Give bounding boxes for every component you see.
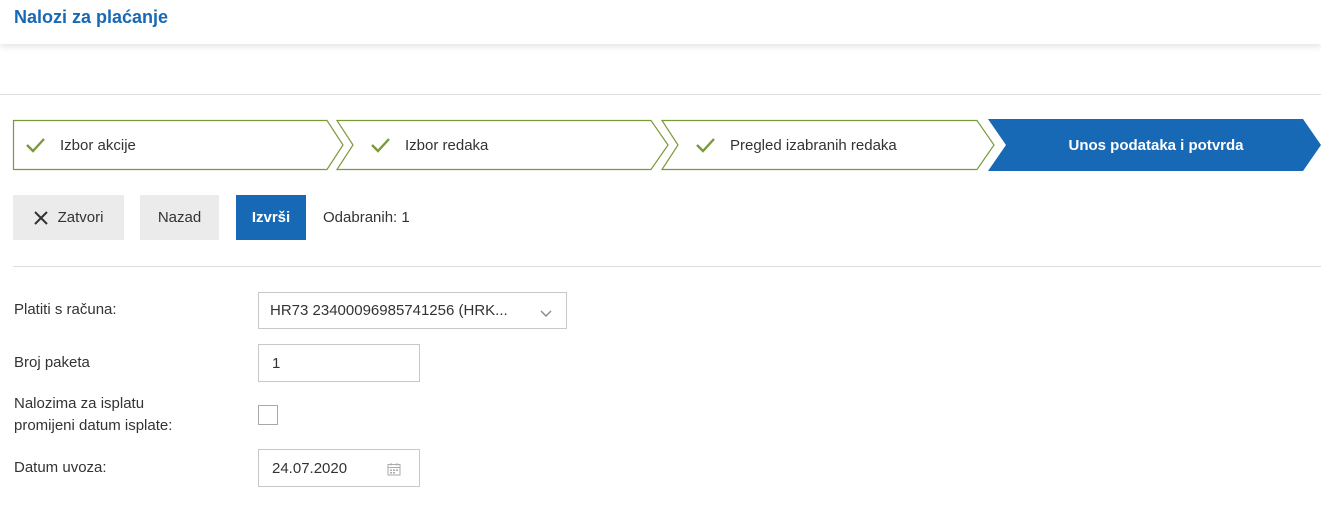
wizard-step-izbor-akcije[interactable]: Izbor akcije: [24, 119, 136, 171]
package-input[interactable]: 1: [258, 344, 420, 382]
wizard-steps: Izbor akcije Izbor redaka Pregled izabra…: [0, 119, 1321, 171]
selected-count: Odabranih: 1: [323, 209, 410, 226]
wizard-step-label: Pregled izabranih redaka: [730, 136, 897, 154]
package-input-value: 1: [272, 354, 281, 372]
change-date-checkbox[interactable]: [258, 405, 278, 425]
wizard-step-label: Unos podataka i potvrda: [1068, 136, 1244, 154]
divider: [0, 94, 1321, 95]
close-button-label: Zatvori: [57, 209, 104, 226]
import-date-value: 24.07.2020: [272, 459, 348, 477]
close-icon: [33, 210, 48, 225]
change-date-label-line1: Nalozima za isplatu: [14, 395, 145, 412]
check-icon: [369, 134, 391, 156]
page-title: Nalozi za plaćanje: [14, 7, 169, 27]
check-icon: [694, 134, 716, 156]
import-date-input[interactable]: 24.07.2020: [258, 449, 420, 487]
change-date-label-line2: promijeni datum isplate:: [14, 417, 173, 434]
calendar-icon[interactable]: [387, 462, 401, 476]
wizard-step-pregled[interactable]: Pregled izabranih redaka: [694, 119, 897, 171]
import-date-label: Datum uvoza:: [14, 459, 107, 476]
account-label: Platiti s računa:: [14, 301, 117, 318]
wizard-step-label: Izbor redaka: [405, 136, 489, 154]
check-icon: [24, 134, 46, 156]
account-select-value: HR73 23400096985741256 (HRK...: [270, 302, 508, 319]
account-select[interactable]: HR73 23400096985741256 (HRK...: [258, 292, 567, 329]
execute-button[interactable]: Izvrši: [236, 195, 306, 240]
divider: [13, 266, 1321, 267]
close-button[interactable]: Zatvori: [13, 195, 124, 240]
package-label: Broj paketa: [14, 354, 90, 371]
chevron-down-icon: [540, 306, 552, 317]
wizard-step-izbor-redaka[interactable]: Izbor redaka: [369, 119, 488, 171]
action-toolbar: Zatvori Nazad Izvrši Odabranih: 1: [13, 195, 410, 240]
page-header: Nalozi za plaćanje: [0, 0, 1321, 44]
wizard-step-label: Izbor akcije: [60, 136, 136, 154]
wizard-step-unos-active: Unos podataka i potvrda: [1006, 119, 1306, 171]
back-button[interactable]: Nazad: [140, 195, 219, 240]
